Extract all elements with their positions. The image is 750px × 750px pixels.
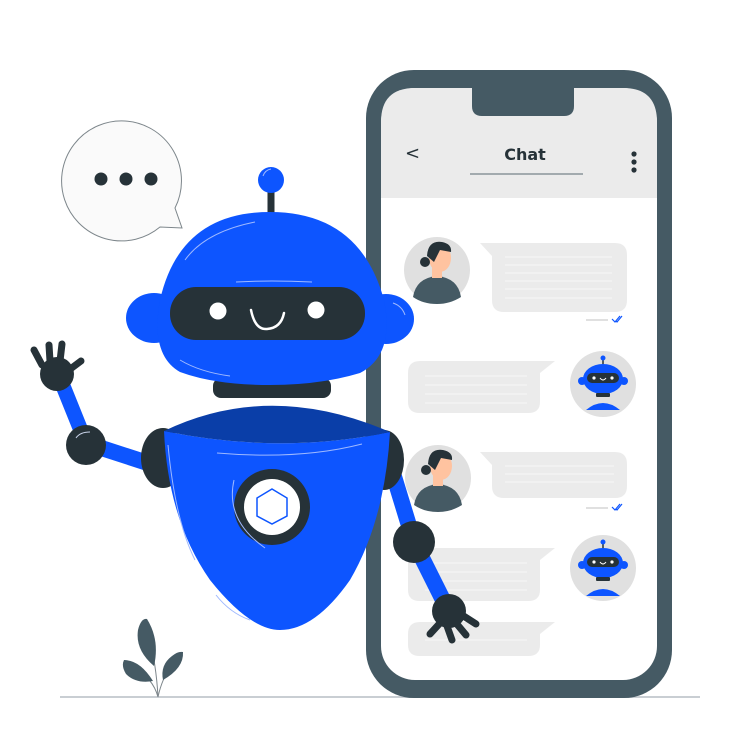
chevron-left-icon: < bbox=[405, 143, 421, 164]
illustration bbox=[30, 70, 700, 698]
more-vertical-icon bbox=[631, 151, 637, 173]
robot-head bbox=[157, 212, 387, 385]
phone-notch bbox=[472, 88, 574, 116]
robot-left-arm bbox=[30, 340, 168, 475]
robot-body bbox=[164, 405, 390, 630]
message-bubble bbox=[408, 361, 555, 413]
robot-avatar bbox=[570, 351, 636, 417]
robot-eye-left bbox=[209, 302, 227, 320]
woman-avatar bbox=[404, 237, 470, 304]
robot-eye-right bbox=[307, 301, 325, 319]
more-options-button[interactable] bbox=[624, 148, 644, 178]
typing-dots-icon bbox=[94, 172, 158, 186]
robot-visor bbox=[170, 287, 365, 340]
robot-avatar bbox=[570, 535, 636, 601]
back-button[interactable]: < bbox=[405, 143, 427, 169]
message-bubble bbox=[408, 622, 555, 656]
plant-icon bbox=[122, 618, 184, 698]
message-bubble bbox=[480, 243, 627, 312]
chat-title: Chat bbox=[504, 145, 546, 164]
robot-antenna bbox=[258, 167, 284, 193]
woman-avatar bbox=[405, 445, 471, 512]
message-bubble bbox=[480, 452, 627, 498]
message-5 bbox=[408, 622, 555, 656]
speech-bubble bbox=[61, 120, 183, 242]
